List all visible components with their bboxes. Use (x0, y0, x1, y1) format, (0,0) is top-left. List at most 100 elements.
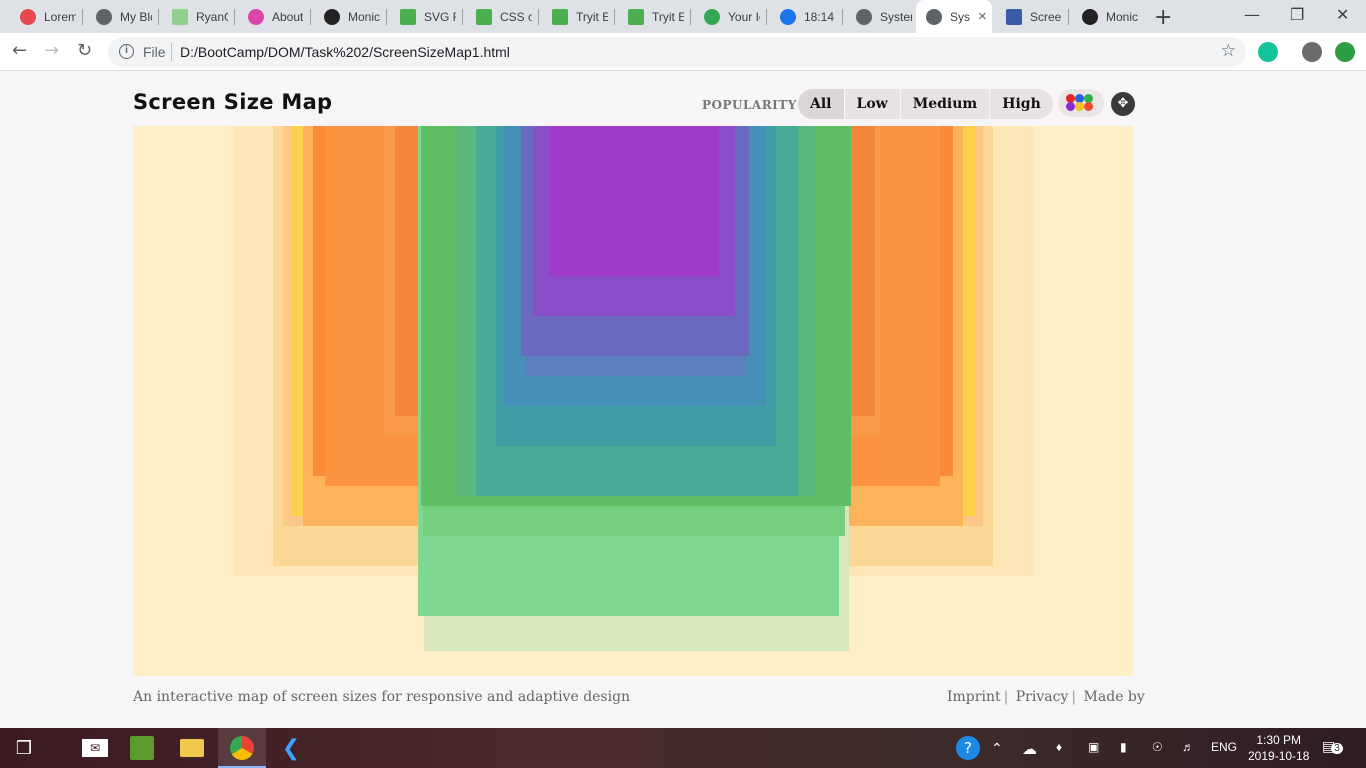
minimize-button[interactable]: — (1244, 5, 1260, 24)
new-tab-button[interactable]: + (1154, 5, 1172, 30)
filter-low-button[interactable]: Low (845, 89, 901, 119)
info-icon[interactable]: i (119, 44, 134, 59)
footer-links: Imprint | Privacy | Made by (947, 689, 1145, 705)
screen-size-map[interactable] (133, 126, 1133, 676)
browser-tab[interactable]: Lorem (10, 0, 76, 33)
footer-divider: | (1071, 689, 1077, 705)
grammarly-icon[interactable] (1258, 42, 1278, 62)
filter-high-button[interactable]: High (990, 89, 1053, 119)
file-label: File (143, 44, 166, 60)
page-content: Screen Size Map POPULARITY All Low Mediu… (0, 72, 1366, 728)
browser-tab[interactable]: Your Ic (694, 0, 760, 33)
tab-strip: Lorem My Blc RyanC About Monic SVG Re CSS op Tr… (0, 0, 1366, 33)
browser-tab[interactable]: 18:14 (770, 0, 836, 33)
bookmark-star-icon[interactable]: ☆ (1221, 41, 1236, 61)
maps-icon (704, 8, 720, 25)
screen-rect[interactable] (549, 126, 719, 276)
file-explorer-icon[interactable] (180, 739, 204, 757)
globe-icon (96, 8, 112, 25)
mail-icon[interactable]: ✉ (82, 739, 108, 757)
privacy-link[interactable]: Privacy (1016, 689, 1069, 705)
omnibox-divider (171, 43, 172, 61)
popularity-label: POPULARITY (702, 98, 797, 112)
volume-icon[interactable]: ♬ (1182, 740, 1194, 754)
browser-tab[interactable]: About (238, 0, 304, 33)
browser-tab[interactable]: System (846, 0, 912, 33)
tab-separator (158, 9, 159, 25)
tab-separator (614, 9, 615, 25)
dropbox-icon[interactable]: ♦ (1056, 740, 1062, 754)
tab-separator (842, 9, 843, 25)
clock-date: 2019-10-18 (1248, 749, 1310, 763)
tab-title: 18:14 (804, 9, 835, 24)
browser-tab[interactable]: Monic (314, 0, 380, 33)
url-text[interactable]: D:/BootCamp/DOM/Task%202/ScreenSizeMap1.… (180, 44, 510, 60)
repl-icon (172, 8, 188, 25)
tab-separator (462, 9, 463, 25)
color-dot-icon (1084, 102, 1093, 111)
tab-separator (690, 9, 691, 25)
page-description: An interactive map of screen sizes for r… (133, 689, 631, 705)
github-icon (1082, 8, 1098, 25)
tab-separator (538, 9, 539, 25)
screen-icon (1006, 8, 1022, 25)
system-clock[interactable]: 1:30 PM 2019-10-18 (1248, 732, 1309, 764)
made-by-link[interactable]: Made by (1084, 689, 1145, 705)
help-icon[interactable]: ? (956, 736, 980, 760)
forward-icon[interactable]: → (44, 40, 59, 61)
browser-tab[interactable]: CSS op (466, 0, 532, 33)
color-dot-icon (1066, 102, 1075, 111)
update-icon[interactable] (1335, 42, 1355, 62)
globe-icon (926, 8, 942, 25)
lorem-favicon (20, 8, 36, 25)
address-bar[interactable]: i File D:/BootCamp/DOM/Task%202/ScreenSi… (108, 37, 1246, 67)
footer-divider: | (1003, 689, 1009, 705)
wifi-icon[interactable]: ☉ (1152, 740, 1163, 754)
back-icon[interactable]: ← (12, 40, 27, 61)
tab-title: SVG Re (424, 9, 456, 24)
tray-app-icon[interactable]: ▣ (1088, 740, 1099, 754)
fullscreen-icon[interactable]: ✥ (1111, 92, 1135, 116)
w3-icon (628, 8, 644, 25)
tab-title: Tryit Ec (576, 9, 608, 24)
chrome-icon[interactable] (230, 736, 254, 760)
browser-tab[interactable]: Sys × (916, 0, 992, 33)
tab-title: Sys (950, 9, 971, 24)
browser-tab[interactable]: Tryit Ec (542, 0, 608, 33)
color-mode-toggle[interactable] (1058, 89, 1104, 117)
tab-title: My Blc (120, 9, 152, 24)
popularity-filter: All Low Medium High (798, 89, 1053, 119)
battery-icon[interactable]: ▮ (1120, 740, 1127, 754)
w3-icon (552, 8, 568, 25)
tray-chevron-icon[interactable]: ⌃ (991, 740, 1003, 757)
browser-tab[interactable]: RyanC (162, 0, 228, 33)
tab-title: Screen (1030, 9, 1062, 24)
notification-center-icon[interactable]: ▤3 (1322, 738, 1343, 755)
profile-avatar[interactable] (1302, 42, 1322, 62)
browser-tab[interactable]: Monic (1072, 0, 1146, 33)
onedrive-icon[interactable]: ☁ (1022, 740, 1037, 758)
tab-separator (82, 9, 83, 25)
close-tab-icon[interactable]: × (978, 8, 987, 25)
swirl-icon (248, 8, 264, 25)
tab-title: CSS op (500, 9, 532, 24)
filter-all-button[interactable]: All (798, 89, 845, 119)
browser-tab[interactable]: Tryit Ec (618, 0, 684, 33)
browser-tab[interactable]: Screen (996, 0, 1062, 33)
reload-icon[interactable]: ↻ (77, 40, 92, 61)
imprint-link[interactable]: Imprint (947, 689, 1001, 705)
tab-separator (386, 9, 387, 25)
browser-tab[interactable]: SVG Re (390, 0, 456, 33)
tab-title: About (272, 9, 304, 24)
restore-button[interactable]: ❐ (1290, 5, 1304, 24)
tab-title: Tryit Ec (652, 9, 684, 24)
close-window-button[interactable]: ✕ (1336, 5, 1349, 24)
filter-medium-button[interactable]: Medium (901, 89, 991, 119)
vscode-icon[interactable]: ❮ (279, 736, 303, 761)
w3-icon (400, 8, 416, 25)
windows-start-icon[interactable]: ❒ (12, 736, 36, 760)
language-indicator[interactable]: ENG (1211, 740, 1237, 754)
browser-tab[interactable]: My Blc (86, 0, 152, 33)
browser-toolbar: ← → ↻ i File D:/BootCamp/DOM/Task%202/Sc… (0, 33, 1366, 71)
notepad-plus-icon[interactable] (130, 736, 154, 760)
